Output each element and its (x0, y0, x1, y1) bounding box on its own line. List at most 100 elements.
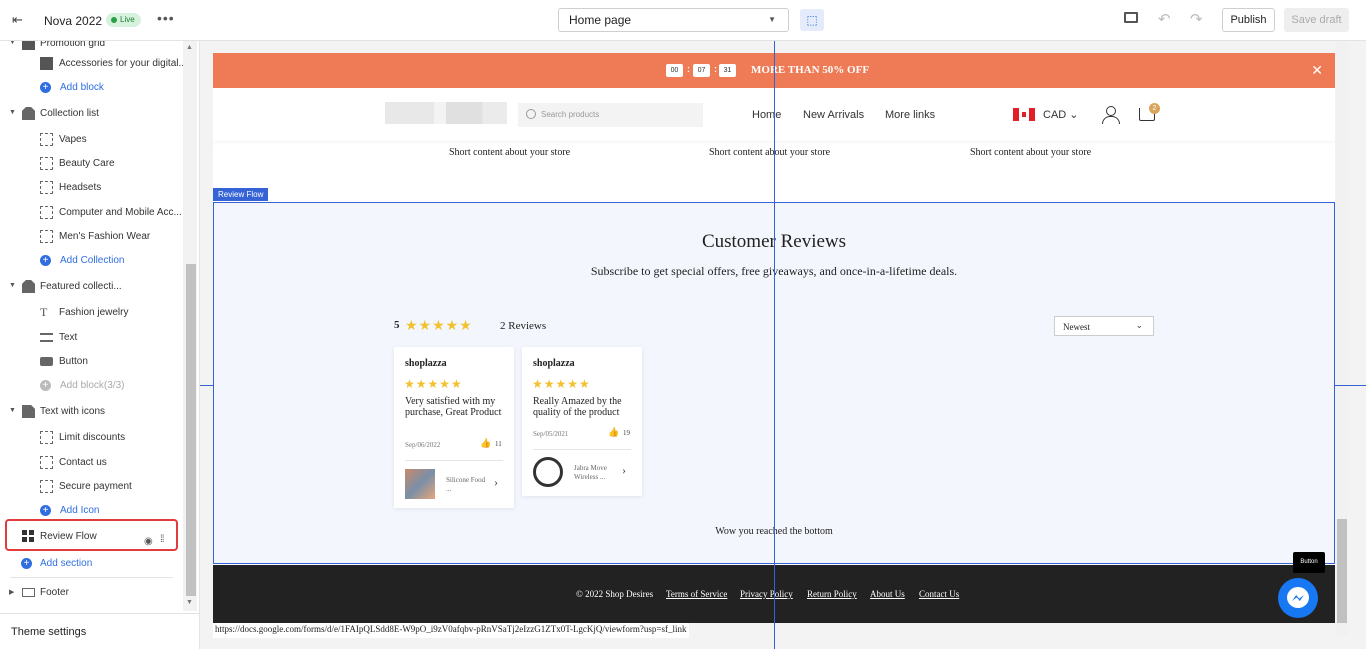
chevron-right-icon[interactable]: › (494, 475, 498, 490)
thumbs-up-icon[interactable]: 👍 (608, 427, 619, 438)
countdown-separator: : (687, 64, 690, 74)
footer-link-contact[interactable]: Contact Us (919, 589, 959, 599)
add-section-button[interactable]: + Add section (0, 553, 180, 575)
preview-scrollbar-thumb[interactable] (1337, 519, 1347, 623)
thumbs-up-icon[interactable]: 👍 (480, 438, 491, 449)
sidebar-item-secure-payment[interactable]: Secure payment (0, 476, 180, 498)
caret-down-icon[interactable]: ▼ (9, 41, 16, 46)
messenger-icon[interactable] (1278, 578, 1318, 618)
short-content-text: Short content about your store (970, 147, 1092, 158)
sidebar-item-computer-mobile[interactable]: Computer and Mobile Acc... (0, 202, 182, 224)
caret-down-icon[interactable]: ▼ (9, 407, 16, 414)
block-label: Fashion jewelry (59, 307, 129, 318)
block-label: Headsets (59, 182, 102, 193)
review-text: Really Amazed by the quality of the prod… (533, 396, 622, 418)
section-label: Footer (40, 587, 69, 598)
frame-icon (40, 133, 53, 146)
like-count: 11 (495, 440, 502, 448)
product-thumbnail[interactable] (405, 469, 435, 499)
nav-more-links[interactable]: More links (885, 109, 935, 121)
nav-new-arrivals[interactable]: New Arrivals (803, 109, 864, 121)
save-draft-button[interactable]: Save draft (1284, 8, 1349, 32)
caret-down-icon[interactable]: ▼ (9, 109, 16, 116)
sidebar-item-limit-discounts[interactable]: Limit discounts (0, 427, 180, 449)
divider (10, 577, 173, 578)
close-icon[interactable]: ✕ (1311, 62, 1323, 79)
more-options-icon[interactable]: ••• (157, 10, 175, 26)
currency-selector[interactable]: CAD ⌄ (1043, 108, 1079, 121)
sidebar-item-button[interactable]: Button (0, 351, 180, 373)
chevron-down-icon: ▼ (768, 15, 776, 24)
countdown-hours: 00 (666, 64, 683, 77)
review-text: Very satisfied with my purchase, Great P… (405, 396, 502, 418)
promo-text: MORE THAN 50% OFF (751, 64, 870, 76)
add-label: Add section (40, 558, 93, 569)
sidebar-item-text[interactable]: Text (0, 327, 180, 349)
scroll-down-icon[interactable]: ▼ (186, 599, 193, 606)
theme-settings-button[interactable]: Theme settings (0, 613, 199, 649)
section-collection-list[interactable]: ▼ Collection list (0, 103, 180, 125)
section-featured-collection[interactable]: ▼ Featured collecti... (0, 276, 180, 298)
like-count: 19 (623, 429, 630, 437)
search-input[interactable]: Search products (518, 103, 703, 127)
currency-value: CAD (1043, 109, 1067, 121)
caret-down-icon[interactable]: ▼ (9, 282, 16, 289)
sort-dropdown[interactable]: Newest ⌄ (1054, 316, 1154, 336)
sections-sidebar: ▼ Promotion grid Accessories for your di… (0, 41, 200, 649)
account-icon[interactable] (1102, 106, 1120, 124)
footer-link-privacy[interactable]: Privacy Policy (740, 589, 793, 599)
review-card[interactable]: shoplazza ★★★★★ Really Amazed by the qua… (522, 347, 642, 496)
publish-button[interactable]: Publish (1222, 8, 1275, 32)
nav-home[interactable]: Home (752, 109, 781, 121)
block-label: Computer and Mobile Acc... (59, 207, 182, 218)
divider (405, 460, 503, 461)
sidebar-item-beauty-care[interactable]: Beauty Care (0, 153, 180, 175)
product-thumbnail[interactable] (533, 457, 563, 487)
document-icon (22, 405, 35, 418)
cart-count-badge: 2 (1149, 103, 1160, 114)
center-guide-line (1335, 385, 1366, 386)
eye-icon[interactable]: ◉ (144, 536, 153, 547)
block-label: Accessories for your digital... (59, 58, 187, 69)
center-guide-line (774, 41, 775, 649)
countdown-minutes: 07 (693, 64, 710, 77)
store-logo[interactable] (385, 102, 507, 124)
add-collection-button[interactable]: + Add Collection (0, 250, 180, 272)
sidebar-item-vapes[interactable]: Vapes (0, 129, 180, 151)
select-element-icon[interactable]: ⬚ (800, 9, 824, 31)
desktop-view-icon[interactable] (1124, 12, 1138, 23)
sidebar-item-accessories[interactable]: Accessories for your digital... (0, 53, 187, 75)
redo-icon[interactable]: ↷ (1190, 10, 1203, 28)
top-toolbar: ⇤ Nova 2022 Live ••• Home page ▼ ⬚ ↶ ↷ P… (0, 0, 1366, 41)
block-label: Secure payment (59, 481, 132, 492)
sidebar-item-mens-fashion[interactable]: Men's Fashion Wear (0, 226, 180, 248)
sidebar-scrollbar-thumb[interactable] (186, 264, 196, 596)
add-block-disabled-button[interactable]: + Add block(3/3) (0, 375, 180, 397)
footer-link-about[interactable]: About Us (870, 589, 905, 599)
review-card[interactable]: shoplazza ★★★★★ Very satisfied with my p… (394, 347, 514, 508)
section-review-flow[interactable]: Review Flow ◉ ⁞⁞ (0, 526, 180, 548)
add-label: Add block (60, 82, 104, 93)
section-text-with-icons[interactable]: ▼ Text with icons (0, 401, 180, 423)
button-tooltip: Button (1293, 552, 1325, 573)
plus-circle-icon: + (40, 255, 51, 266)
caret-right-icon[interactable]: ▶ (9, 588, 14, 596)
product-name: Silicone Food ... (446, 476, 486, 493)
footer-link-return[interactable]: Return Policy (807, 589, 857, 599)
short-content-text: Short content about your store (449, 147, 571, 158)
section-footer[interactable]: ▶ Footer (0, 582, 180, 604)
footer-link-terms[interactable]: Terms of Service (666, 589, 727, 599)
page-selector[interactable]: Home page ▼ (558, 8, 789, 32)
chevron-right-icon[interactable]: › (622, 463, 626, 478)
exit-icon[interactable]: ⇤ (12, 12, 28, 28)
add-block-button[interactable]: + Add block (0, 77, 180, 99)
grid-icon (22, 530, 35, 543)
sidebar-item-fashion-jewelry[interactable]: T Fashion jewelry (0, 302, 180, 324)
sidebar-item-contact-us[interactable]: Contact us (0, 452, 180, 474)
scroll-up-icon[interactable]: ▲ (186, 44, 193, 51)
drag-handle-icon[interactable]: ⁞⁞ (160, 534, 164, 545)
undo-icon[interactable]: ↶ (1158, 10, 1171, 28)
section-tag[interactable]: Review Flow (213, 188, 269, 201)
reviewer-name: shoplazza (533, 358, 575, 369)
sidebar-item-headsets[interactable]: Headsets (0, 177, 180, 199)
